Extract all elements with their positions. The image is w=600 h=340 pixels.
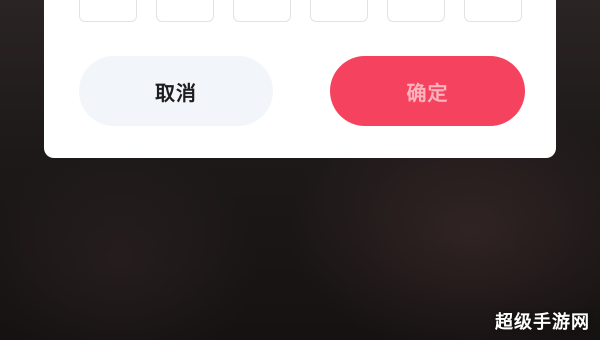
code-input-box-6[interactable] — [464, 0, 522, 22]
cancel-button-label: 取消 — [155, 80, 197, 105]
cancel-button[interactable]: 取消 — [79, 56, 273, 126]
code-input-box-1[interactable] — [79, 0, 137, 22]
confirm-button[interactable]: 确定 — [330, 56, 525, 126]
code-input-box-5[interactable] — [387, 0, 445, 22]
confirm-button-label: 确定 — [406, 80, 449, 105]
confirm-dialog: 取消 确定 — [44, 0, 556, 158]
code-input-box-3[interactable] — [233, 0, 291, 22]
site-watermark: 超级手游网 — [495, 312, 590, 333]
code-input-box-4[interactable] — [310, 0, 368, 22]
code-input-box-2[interactable] — [156, 0, 214, 22]
